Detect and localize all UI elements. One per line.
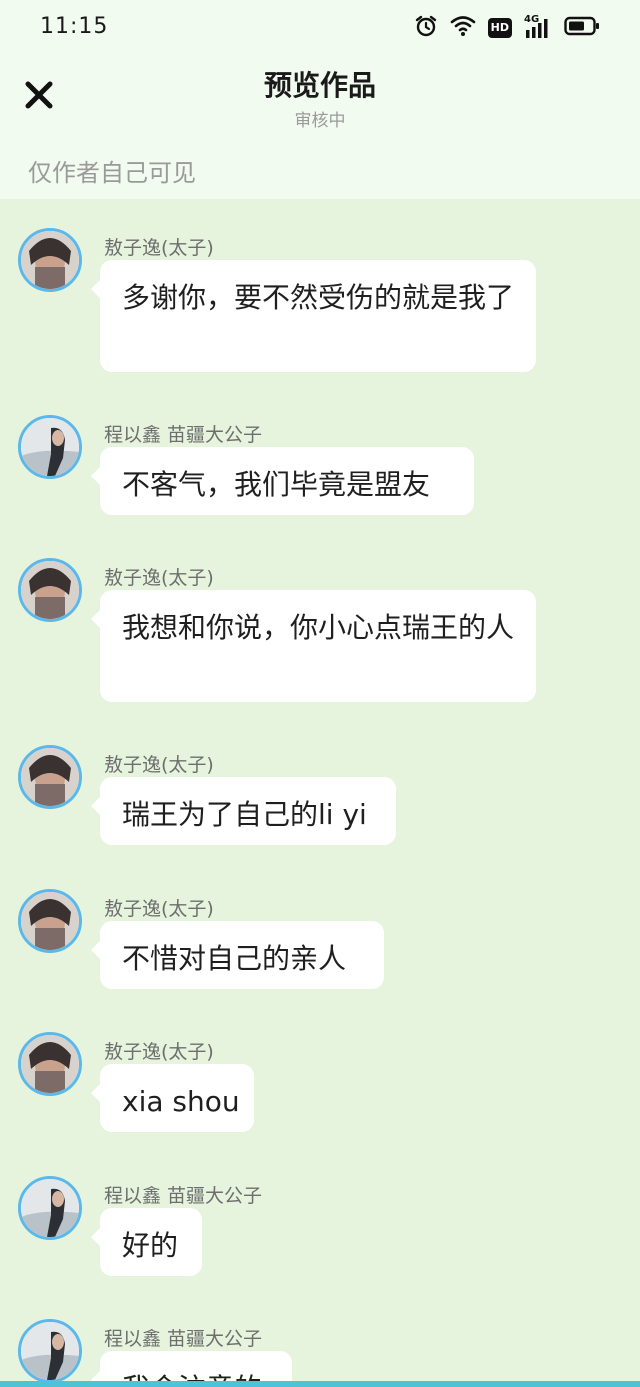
chat-message: 敖子逸(太子) 瑞王为了自己的li yi <box>0 745 640 855</box>
visibility-note: 仅作者自己可见 <box>28 159 196 187</box>
message-bubble[interactable]: 我想和你说，你小心点瑞王的人 <box>91 590 536 702</box>
sender-name: 敖子逸(太子) <box>104 898 214 920</box>
message-bubble[interactable]: 好的 <box>91 1208 202 1276</box>
alarm-icon <box>414 14 438 42</box>
review-status: 审核中 <box>294 111 346 131</box>
visibility-bar: 仅作者自己可见 <box>0 144 640 199</box>
header: 预览作品 审核中 <box>0 56 640 144</box>
avatar[interactable] <box>18 745 82 809</box>
hd-icon: HD <box>487 18 512 38</box>
sender-name: 程以鑫 苗疆大公子 <box>104 424 263 446</box>
avatar[interactable] <box>18 558 82 622</box>
battery-icon <box>564 16 600 40</box>
avatar[interactable] <box>18 1032 82 1096</box>
sender-name: 程以鑫 苗疆大公子 <box>104 1185 263 1207</box>
sender-name: 敖子逸(太子) <box>104 1041 214 1063</box>
message-bubble[interactable]: 瑞王为了自己的li yi <box>91 777 396 845</box>
avatar[interactable] <box>18 228 82 292</box>
chat-list[interactable]: 敖子逸(太子) 多谢你，要不然受伤的就是我了 程以鑫 苗疆大公子 不客气，我们毕… <box>0 199 640 1387</box>
chat-message: 程以鑫 苗疆大公子 好的 <box>0 1176 640 1286</box>
avatar[interactable] <box>18 1176 82 1240</box>
status-time: 11:15 <box>40 14 109 39</box>
signal-4g-icon: 4G <box>524 14 552 40</box>
sender-name: 敖子逸(太子) <box>104 754 214 776</box>
status-bar: 11:15 HD 4G <box>0 0 640 56</box>
chat-message: 敖子逸(太子) 我想和你说，你小心点瑞王的人 <box>0 558 640 708</box>
chat-message: 程以鑫 苗疆大公子 不客气，我们毕竟是盟友 <box>0 415 640 525</box>
sender-name: 敖子逸(太子) <box>104 237 214 259</box>
bottom-accent-bar <box>0 1381 640 1387</box>
status-icons: HD 4G <box>414 14 600 42</box>
chat-message: 敖子逸(太子) 不惜对自己的亲人 <box>0 889 640 999</box>
avatar[interactable] <box>18 889 82 953</box>
avatar[interactable] <box>18 1319 82 1383</box>
sender-name: 敖子逸(太子) <box>104 567 214 589</box>
avatar[interactable] <box>18 415 82 479</box>
sender-name: 程以鑫 苗疆大公子 <box>104 1328 263 1350</box>
wifi-icon <box>450 15 476 41</box>
chat-message: 敖子逸(太子) 多谢你，要不然受伤的就是我了 <box>0 228 640 378</box>
chat-message: 程以鑫 苗疆大公子 我会注意的 <box>0 1319 640 1387</box>
chat-message: 敖子逸(太子) xia shou <box>0 1032 640 1142</box>
message-bubble[interactable]: 不客气，我们毕竟是盟友 <box>91 447 474 515</box>
message-bubble[interactable]: 不惜对自己的亲人 <box>91 921 384 989</box>
message-bubble[interactable]: xia shou <box>91 1064 254 1132</box>
message-bubble[interactable]: 多谢你，要不然受伤的就是我了 <box>91 260 536 372</box>
page-title: 预览作品 <box>263 69 376 102</box>
